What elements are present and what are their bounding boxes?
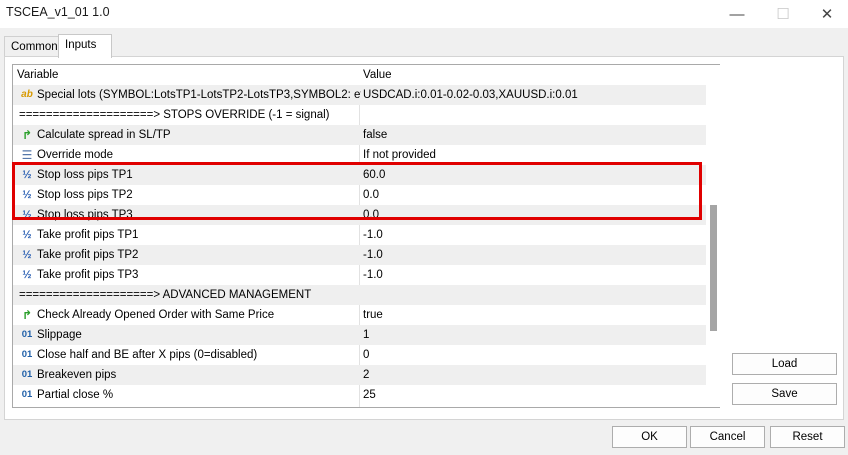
variable-cell: ½ Stop loss pips TP3 [19, 205, 361, 225]
table-row[interactable]: 01 Slippage 1 [13, 325, 707, 345]
table-row[interactable]: ½ Take profit pips TP1 -1.0 [13, 225, 707, 245]
value-cell[interactable]: false [363, 125, 703, 145]
variable-label: Take profit pips TP2 [37, 249, 139, 261]
integer-type-icon: 01 [21, 369, 33, 380]
variable-cell: 01 Slippage [19, 325, 361, 345]
inputs-grid: Variable Value ab Special lots (SYMBOL:Lo… [12, 64, 708, 408]
table-row[interactable]: ↱ Check Already Opened Order with Same Pr… [13, 305, 707, 325]
tab-common[interactable]: Common [4, 36, 62, 57]
table-row[interactable]: 01 Close half and BE after X pips (0=disa… [13, 345, 707, 365]
variable-cell: ☰ Override mode [19, 145, 361, 165]
double-type-icon: ½ [22, 269, 32, 281]
vertical-scrollbar[interactable] [706, 64, 720, 408]
window-title: TSCEA_v1_01 1.0 [6, 5, 110, 19]
value-cell[interactable]: 25 [363, 385, 703, 405]
title-bar: TSCEA_v1_01 1.0 — ☐ ✕ [0, 0, 848, 28]
integer-type-icon: 01 [21, 349, 33, 360]
maximize-icon[interactable]: ☐ [760, 0, 806, 28]
header-value[interactable]: Value [363, 65, 703, 85]
table-row[interactable]: 01 Partial close % 25 [13, 385, 707, 405]
integer-type-icon: 01 [21, 329, 33, 340]
close-icon[interactable]: ✕ [804, 0, 848, 28]
variable-label: Calculate spread in SL/TP [37, 129, 171, 141]
reset-button[interactable]: Reset [770, 426, 845, 448]
variable-cell: ½ Stop loss pips TP2 [19, 185, 361, 205]
value-cell[interactable]: 0.0 [363, 185, 703, 205]
bool-type-icon: ↱ [21, 308, 33, 322]
string-type-icon: ab [21, 89, 33, 100]
double-type-icon: ½ [22, 169, 32, 181]
table-row[interactable]: ☰ Override mode If not provided [13, 145, 707, 165]
value-cell[interactable]: -1.0 [363, 245, 703, 265]
value-cell[interactable]: -1.0 [363, 265, 703, 285]
table-row[interactable]: ½ Stop loss pips TP1 60.0 [13, 165, 707, 185]
variable-label: Stop loss pips TP1 [37, 169, 133, 181]
table-row[interactable]: ½ Stop loss pips TP3 0.0 [13, 205, 707, 225]
table-row[interactable]: ½ Take profit pips TP2 -1.0 [13, 245, 707, 265]
variable-cell: ====================> STOPS OVERRIDE (-1… [19, 105, 361, 125]
variable-label: Slippage [37, 329, 82, 341]
variable-cell: ↱ Calculate spread in SL/TP [19, 125, 361, 145]
value-cell[interactable]: 0 [363, 345, 703, 365]
table-row[interactable]: ↱ Calculate spread in SL/TP false [13, 125, 707, 145]
variable-label: Close half and BE after X pips (0=disabl… [37, 349, 258, 361]
ok-button[interactable]: OK [612, 426, 687, 448]
value-cell[interactable]: -1.0 [363, 225, 703, 245]
double-type-icon: ½ [22, 209, 32, 221]
value-cell[interactable]: 0.0 [363, 205, 703, 225]
scrollbar-thumb[interactable] [710, 205, 717, 331]
table-row[interactable]: ½ Take profit pips TP3 -1.0 [13, 265, 707, 285]
variable-label: ====================> ADVANCED MANAGEMEN… [19, 289, 312, 301]
value-cell[interactable]: 2 [363, 365, 703, 385]
variable-cell: 01 Breakeven pips [19, 365, 361, 385]
table-row[interactable]: ====================> ADVANCED MANAGEMEN… [13, 285, 707, 305]
header-variable[interactable]: Variable [17, 65, 359, 85]
cancel-button[interactable]: Cancel [690, 426, 765, 448]
variable-cell: ½ Stop loss pips TP1 [19, 165, 361, 185]
table-row[interactable]: ====================> STOPS OVERRIDE (-1… [13, 105, 707, 125]
variable-label: Override mode [37, 149, 114, 161]
variable-label: Partial close % [37, 389, 114, 401]
table-row[interactable]: ab Special lots (SYMBOL:LotsTP1-LotsTP2-L… [13, 85, 707, 105]
value-cell[interactable]: true [363, 305, 703, 325]
enum-type-icon: ☰ [21, 148, 33, 162]
value-cell[interactable]: USDCAD.i:0.01-0.02-0.03,XAUUSD.i:0.01 [363, 85, 703, 105]
variable-label: ====================> STOPS OVERRIDE (-1… [19, 109, 330, 121]
variable-label: Special lots (SYMBOL:LotsTP1-LotsTP2-Lot… [37, 89, 361, 101]
variable-label: Take profit pips TP1 [37, 229, 139, 241]
value-cell[interactable]: 1 [363, 325, 703, 345]
table-row[interactable]: ½ Stop loss pips TP2 0.0 [13, 185, 707, 205]
variable-label: Stop loss pips TP3 [37, 209, 133, 221]
grid-header: Variable Value [13, 65, 707, 86]
bool-type-icon: ↱ [21, 128, 33, 142]
variable-label: Take profit pips TP3 [37, 269, 139, 281]
variable-cell: 01 Close half and BE after X pips (0=disa… [19, 345, 361, 365]
double-type-icon: ½ [22, 229, 32, 241]
minimize-icon[interactable]: — [714, 0, 760, 28]
integer-type-icon: 01 [21, 389, 33, 400]
variable-cell: ½ Take profit pips TP3 [19, 265, 361, 285]
variable-label: Check Already Opened Order with Same Pri… [37, 309, 275, 321]
variable-cell: 01 Partial close % [19, 385, 361, 405]
variable-cell: ↱ Check Already Opened Order with Same Pr… [19, 305, 361, 325]
double-type-icon: ½ [22, 249, 32, 261]
variable-cell: ====================> ADVANCED MANAGEMEN… [19, 285, 361, 305]
variable-cell: ab Special lots (SYMBOL:LotsTP1-LotsTP2-L… [19, 85, 361, 105]
variable-label: Stop loss pips TP2 [37, 189, 133, 201]
variable-label: Breakeven pips [37, 369, 117, 381]
value-cell[interactable]: 60.0 [363, 165, 703, 185]
table-row[interactable]: 01 Breakeven pips 2 [13, 365, 707, 385]
value-cell[interactable]: If not provided [363, 145, 703, 165]
tab-inputs[interactable]: Inputs [58, 34, 112, 58]
double-type-icon: ½ [22, 189, 32, 201]
load-button[interactable]: Load [732, 353, 837, 375]
save-button[interactable]: Save [732, 383, 837, 405]
variable-cell: ½ Take profit pips TP1 [19, 225, 361, 245]
variable-cell: ½ Take profit pips TP2 [19, 245, 361, 265]
